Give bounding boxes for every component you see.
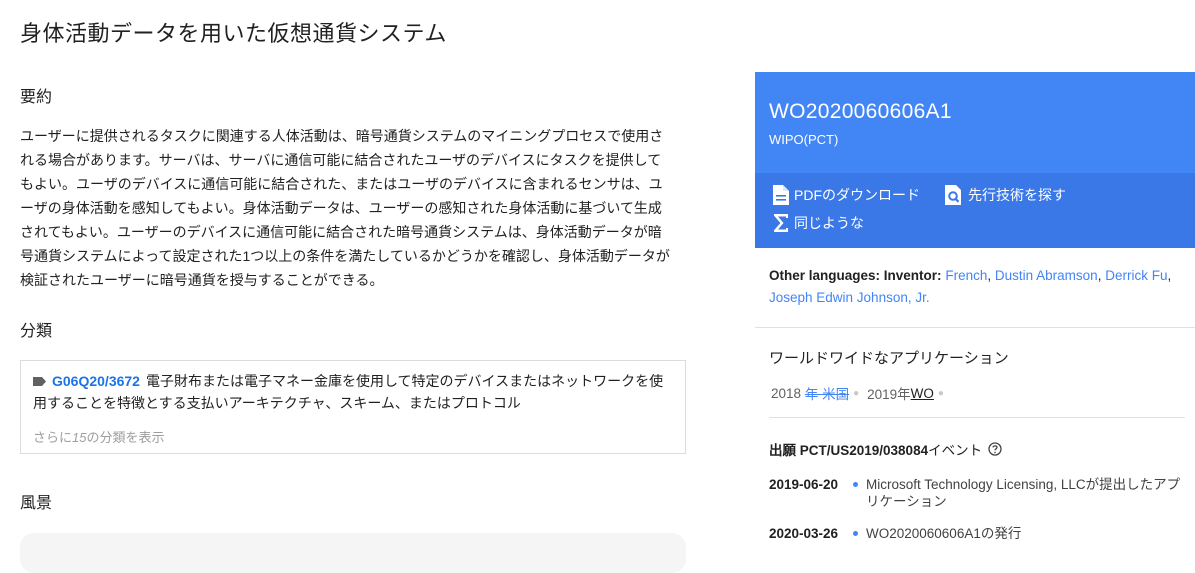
separator-dot: ● [853,387,860,399]
page-title: 身体活動データを用いた仮想通貨システム [20,21,447,46]
events-label: イベント [928,443,983,458]
publication-number: WO2020060606A1 [769,100,952,123]
similar-label: 同じような [794,215,864,231]
worldwide-applications-title: ワールドワイドなアプリケーション [769,350,1009,367]
application-number: 出願 PCT/US2019/038084 [769,443,929,458]
country-link-us[interactable]: 年 米国 [805,383,849,403]
classification-code-link[interactable]: G06Q20/3672 [52,373,140,389]
find-prior-art-button[interactable]: 先行技術を探す [945,185,1066,205]
event-date: 2019-06-20 [769,477,839,492]
download-pdf-button[interactable]: PDFのダウンロード [773,185,920,205]
event-description: WO2020060606A1の発行 [866,526,1022,541]
country-link-wo[interactable]: WO [911,386,934,401]
classification-heading: 分類 [20,323,53,340]
inventor-link[interactable]: Derrick Fu [1105,268,1167,283]
landscape-card [20,533,686,573]
inventor-link[interactable]: Joseph Edwin Johnson, Jr. [769,290,930,305]
languages-section: Other languages: Inventor: French, Dusti… [755,250,1195,326]
similar-button[interactable]: 同じような [773,213,864,233]
event-dot [853,531,858,536]
abstract-text: ユーザーに提供されるタスクに関連する人体活動は、暗号通貨システムのマイニングプロ… [20,128,670,288]
sigma-icon [774,214,788,232]
event-dot [853,482,858,487]
year-label: 2019年 [867,387,911,402]
patent-header-panel: WO2020060606A1 WIPO(PCT) PDFのダウンロード 先行技術… [755,72,1195,248]
help-icon[interactable] [988,442,1002,456]
show-more-classifications-link[interactable]: さらに15の分類を表示 [33,427,165,446]
download-pdf-label: PDFのダウンロード [794,187,920,203]
event-date: 2020-03-26 [769,526,839,541]
event-description: Microsoft Technology Licensing, LLCが提出した… [866,477,1181,509]
classification-box: G06Q20/3672 電子財布または電子マネー金庫を使用して特定のデバイスまたは… [20,360,686,454]
publication-office: WIPO(PCT) [769,132,839,147]
divider [769,417,1185,418]
action-bar: PDFのダウンロード 先行技術を探す 同じような [755,173,1195,248]
find-prior-art-label: 先行技術を探す [968,187,1066,203]
more-classifications-count: 15 [72,430,87,445]
year-label: 2018 [771,385,802,401]
classification-entry: G06Q20/3672 電子財布または電子マネー金庫を使用して特定のデバイスまたは… [33,370,673,414]
separator-dot: ● [937,387,944,399]
abstract-heading: 要約 [20,89,53,106]
pdf-file-icon [773,185,789,205]
landscape-heading: 風景 [20,495,53,512]
document-search-icon [945,185,961,205]
tag-icon [33,376,46,386]
inventor-label: Inventor: [883,268,942,283]
worldwide-applications-row: 2018 年 米国 ● 2019年 WO ● [771,383,952,403]
inventor-link[interactable]: French [945,268,987,283]
application-events-title: 出願 PCT/US2019/038084 イベント [769,439,1002,459]
divider [755,327,1195,328]
languages-inventors: Other languages: Inventor: French, Dusti… [769,268,1172,305]
other-languages-label: Other languages: [769,268,881,283]
inventor-link[interactable]: Dustin Abramson [995,268,1098,283]
